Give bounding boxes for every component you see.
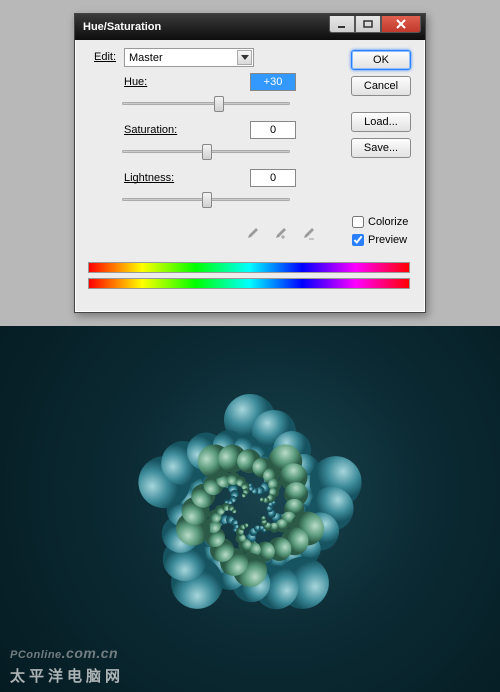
colorize-label: Colorize: [368, 216, 408, 228]
lightness-slider[interactable]: [122, 192, 290, 210]
slider-thumb[interactable]: [202, 192, 212, 208]
saturation-label: Saturation:: [124, 124, 177, 136]
slider-track: [122, 102, 290, 105]
eyedropper-plus-icon[interactable]: [272, 226, 288, 242]
window-buttons: [329, 16, 421, 33]
preview-label: Preview: [368, 234, 407, 246]
watermark-brand: PConline.com.cn: [10, 638, 118, 664]
saturation-slider[interactable]: [122, 144, 290, 162]
watermark-text: PConline: [10, 649, 62, 661]
close-button[interactable]: [381, 16, 421, 33]
hue-label: Hue:: [124, 76, 147, 88]
saturation-input[interactable]: 0: [250, 121, 296, 139]
hue-gradient-bottom: [88, 278, 410, 289]
maximize-button[interactable]: [355, 16, 381, 33]
dialog-body: Edit: Master Hue: +30 Saturation: 0 Ligh…: [75, 40, 425, 312]
chevron-down-icon: [237, 50, 252, 65]
eyedropper-group: [244, 226, 316, 242]
eyedropper-icon[interactable]: [244, 226, 260, 242]
lightness-input[interactable]: 0: [250, 169, 296, 187]
load-button[interactable]: Load...: [351, 112, 411, 132]
minimize-button[interactable]: [329, 16, 355, 33]
hue-slider[interactable]: [122, 96, 290, 114]
eyedropper-minus-icon[interactable]: [300, 226, 316, 242]
slider-thumb[interactable]: [202, 144, 212, 160]
hue-saturation-dialog: Hue/Saturation Edit: Master Hue: +30 Sat…: [74, 13, 426, 313]
slider-thumb[interactable]: [214, 96, 224, 112]
hue-input[interactable]: +30: [250, 73, 296, 91]
titlebar[interactable]: Hue/Saturation: [75, 14, 425, 40]
hue-gradient-top: [88, 262, 410, 273]
watermark-cn: 太平洋电脑网: [10, 665, 124, 686]
dialog-title: Hue/Saturation: [83, 21, 161, 33]
upper-panel: Hue/Saturation Edit: Master Hue: +30 Sat…: [0, 0, 500, 326]
edit-value: Master: [129, 52, 163, 64]
lightness-label: Lightness:: [124, 172, 174, 184]
save-button[interactable]: Save...: [351, 138, 411, 158]
ok-button[interactable]: OK: [351, 50, 411, 70]
watermark-suffix: .com.cn: [62, 645, 118, 661]
cancel-button[interactable]: Cancel: [351, 76, 411, 96]
edit-dropdown[interactable]: Master: [124, 48, 254, 67]
preview-check-input[interactable]: [352, 234, 364, 246]
edit-label: Edit:: [94, 51, 116, 63]
colorize-checkbox[interactable]: Colorize: [352, 216, 408, 228]
fractal-art: [110, 370, 390, 650]
colorize-check-input[interactable]: [352, 216, 364, 228]
preview-checkbox[interactable]: Preview: [352, 234, 407, 246]
result-image-panel: PConline.com.cn 太平洋电脑网: [0, 326, 500, 692]
